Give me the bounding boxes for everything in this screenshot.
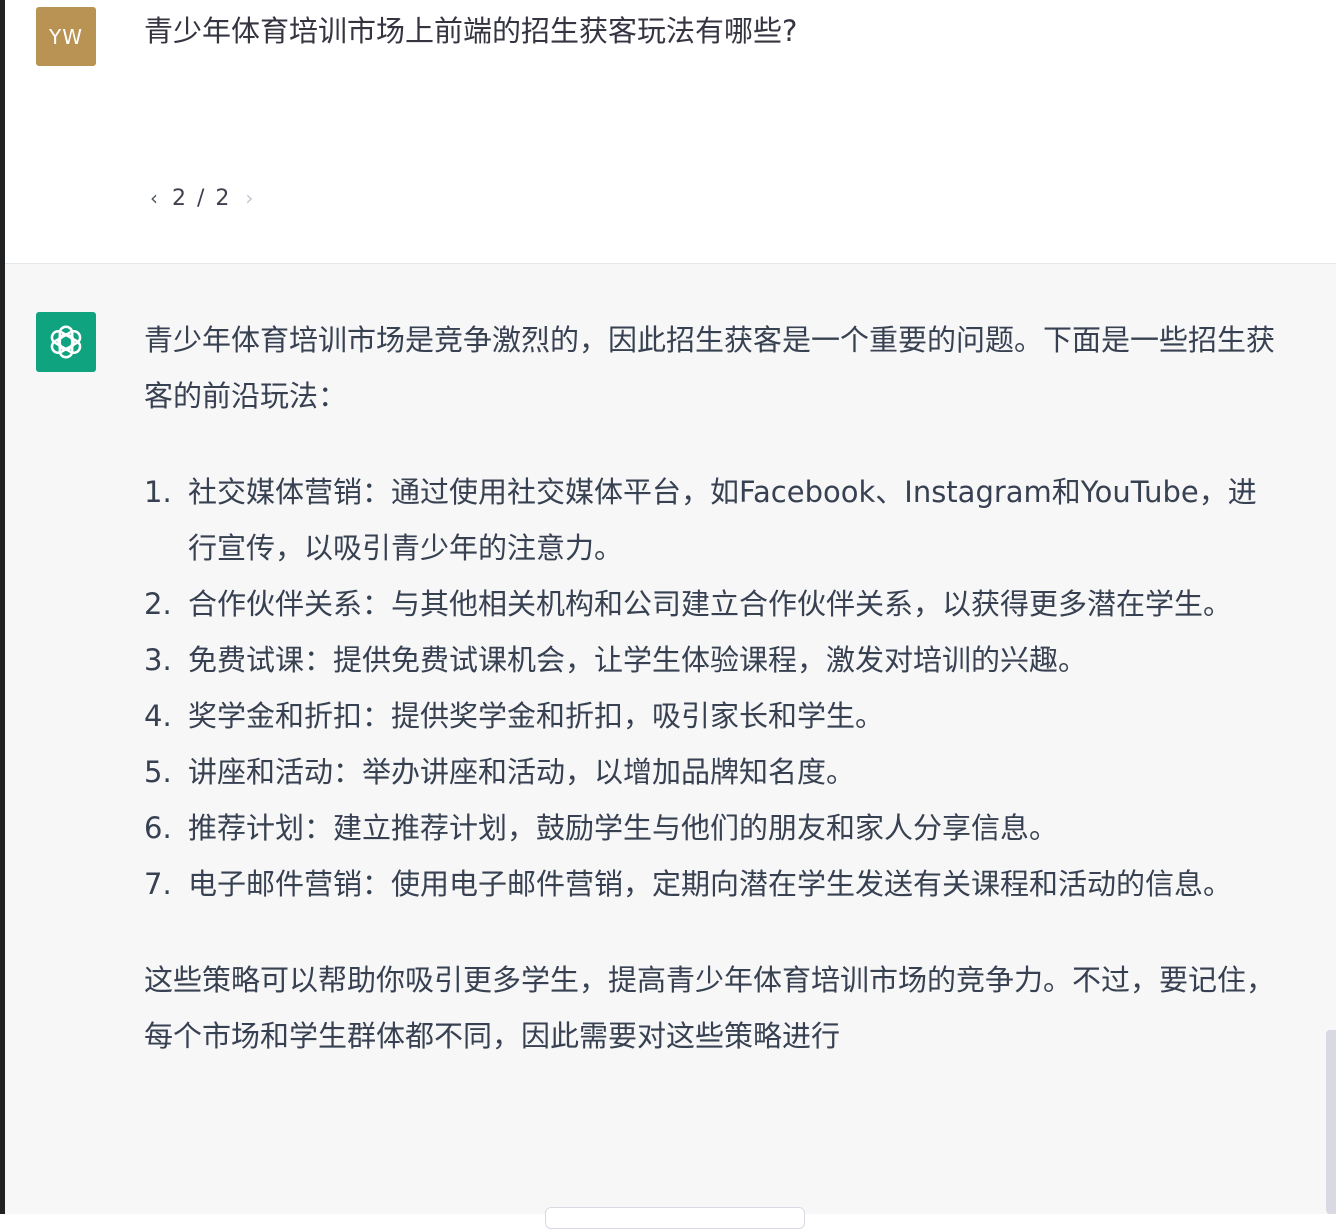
answer-outro: 这些策略可以帮助你吸引更多学生，提高青少年体育培训市场的竞争力。不过，要记住，每… — [144, 963, 1276, 1053]
list-item-number: 3. — [144, 643, 172, 677]
regenerate-button[interactable] — [545, 1207, 805, 1229]
list-item-number: 7. — [144, 867, 172, 901]
list-item-text: 合作伙伴关系：与其他相关机构和公司建立合作伙伴关系，以获得更多潜在学生。 — [188, 587, 1233, 621]
user-avatar-initials: YW — [49, 24, 83, 49]
response-count: 2 / 2 — [172, 185, 232, 211]
previous-response-icon[interactable]: ‹ — [150, 186, 158, 210]
assistant-avatar — [36, 312, 96, 372]
list-item: 3. 免费试课：提供免费试课机会，让学生体验课程，激发对培训的兴趣。 — [144, 632, 1284, 688]
list-item-text: 社交媒体营销：通过使用社交媒体平台，如Facebook、Instagram和Yo… — [188, 475, 1257, 565]
list-item-text: 奖学金和折扣：提供奖学金和折扣，吸引家长和学生。 — [188, 699, 885, 733]
list-item-number: 6. — [144, 811, 172, 845]
list-item: 6. 推荐计划：建立推荐计划，鼓励学生与他们的朋友和家人分享信息。 — [144, 800, 1284, 856]
list-item: 7. 电子邮件营销：使用电子邮件营销，定期向潜在学生发送有关课程和活动的信息。 — [144, 856, 1284, 912]
list-item: 4. 奖学金和折扣：提供奖学金和折扣，吸引家长和学生。 — [144, 688, 1284, 744]
scrollbar-thumb[interactable] — [1326, 1030, 1336, 1214]
user-message: YW 青少年体育培训市场上前端的招生获客玩法有哪些? ‹ 2 / 2 › — [5, 0, 1336, 264]
list-item: 5. 讲座和活动：举办讲座和活动，以增加品牌知名度。 — [144, 744, 1284, 800]
response-pager: ‹ 2 / 2 › — [150, 178, 253, 218]
assistant-answer: 青少年体育培训市场是竞争激烈的，因此招生获客是一个重要的问题。下面是一些招生获客… — [144, 312, 1284, 1064]
list-item: 2. 合作伙伴关系：与其他相关机构和公司建立合作伙伴关系，以获得更多潜在学生。 — [144, 576, 1284, 632]
user-question-text: 青少年体育培训市场上前端的招生获客玩法有哪些? — [144, 14, 798, 48]
list-item-number: 1. — [144, 475, 172, 509]
list-item-number: 4. — [144, 699, 172, 733]
strategy-list: 1. 社交媒体营销：通过使用社交媒体平台，如Facebook、Instagram和… — [144, 464, 1284, 912]
next-response-icon[interactable]: › — [245, 186, 253, 210]
list-item-text: 电子邮件营销：使用电子邮件营销，定期向潜在学生发送有关课程和活动的信息。 — [188, 867, 1233, 901]
openai-logo-icon — [50, 325, 82, 359]
assistant-message: 青少年体育培训市场是竞争激烈的，因此招生获客是一个重要的问题。下面是一些招生获客… — [5, 264, 1336, 1214]
list-item-text: 免费试课：提供免费试课机会，让学生体验课程，激发对培训的兴趣。 — [188, 643, 1088, 677]
list-item-number: 2. — [144, 587, 172, 621]
list-item-number: 5. — [144, 755, 172, 789]
user-avatar: YW — [36, 7, 96, 66]
answer-intro: 青少年体育培训市场是竞争激烈的，因此招生获客是一个重要的问题。下面是一些招生获客… — [144, 323, 1276, 413]
list-item-text: 推荐计划：建立推荐计划，鼓励学生与他们的朋友和家人分享信息。 — [188, 811, 1059, 845]
list-item: 1. 社交媒体营销：通过使用社交媒体平台，如Facebook、Instagram和… — [144, 464, 1284, 576]
list-item-text: 讲座和活动：举办讲座和活动，以增加品牌知名度。 — [188, 755, 856, 789]
